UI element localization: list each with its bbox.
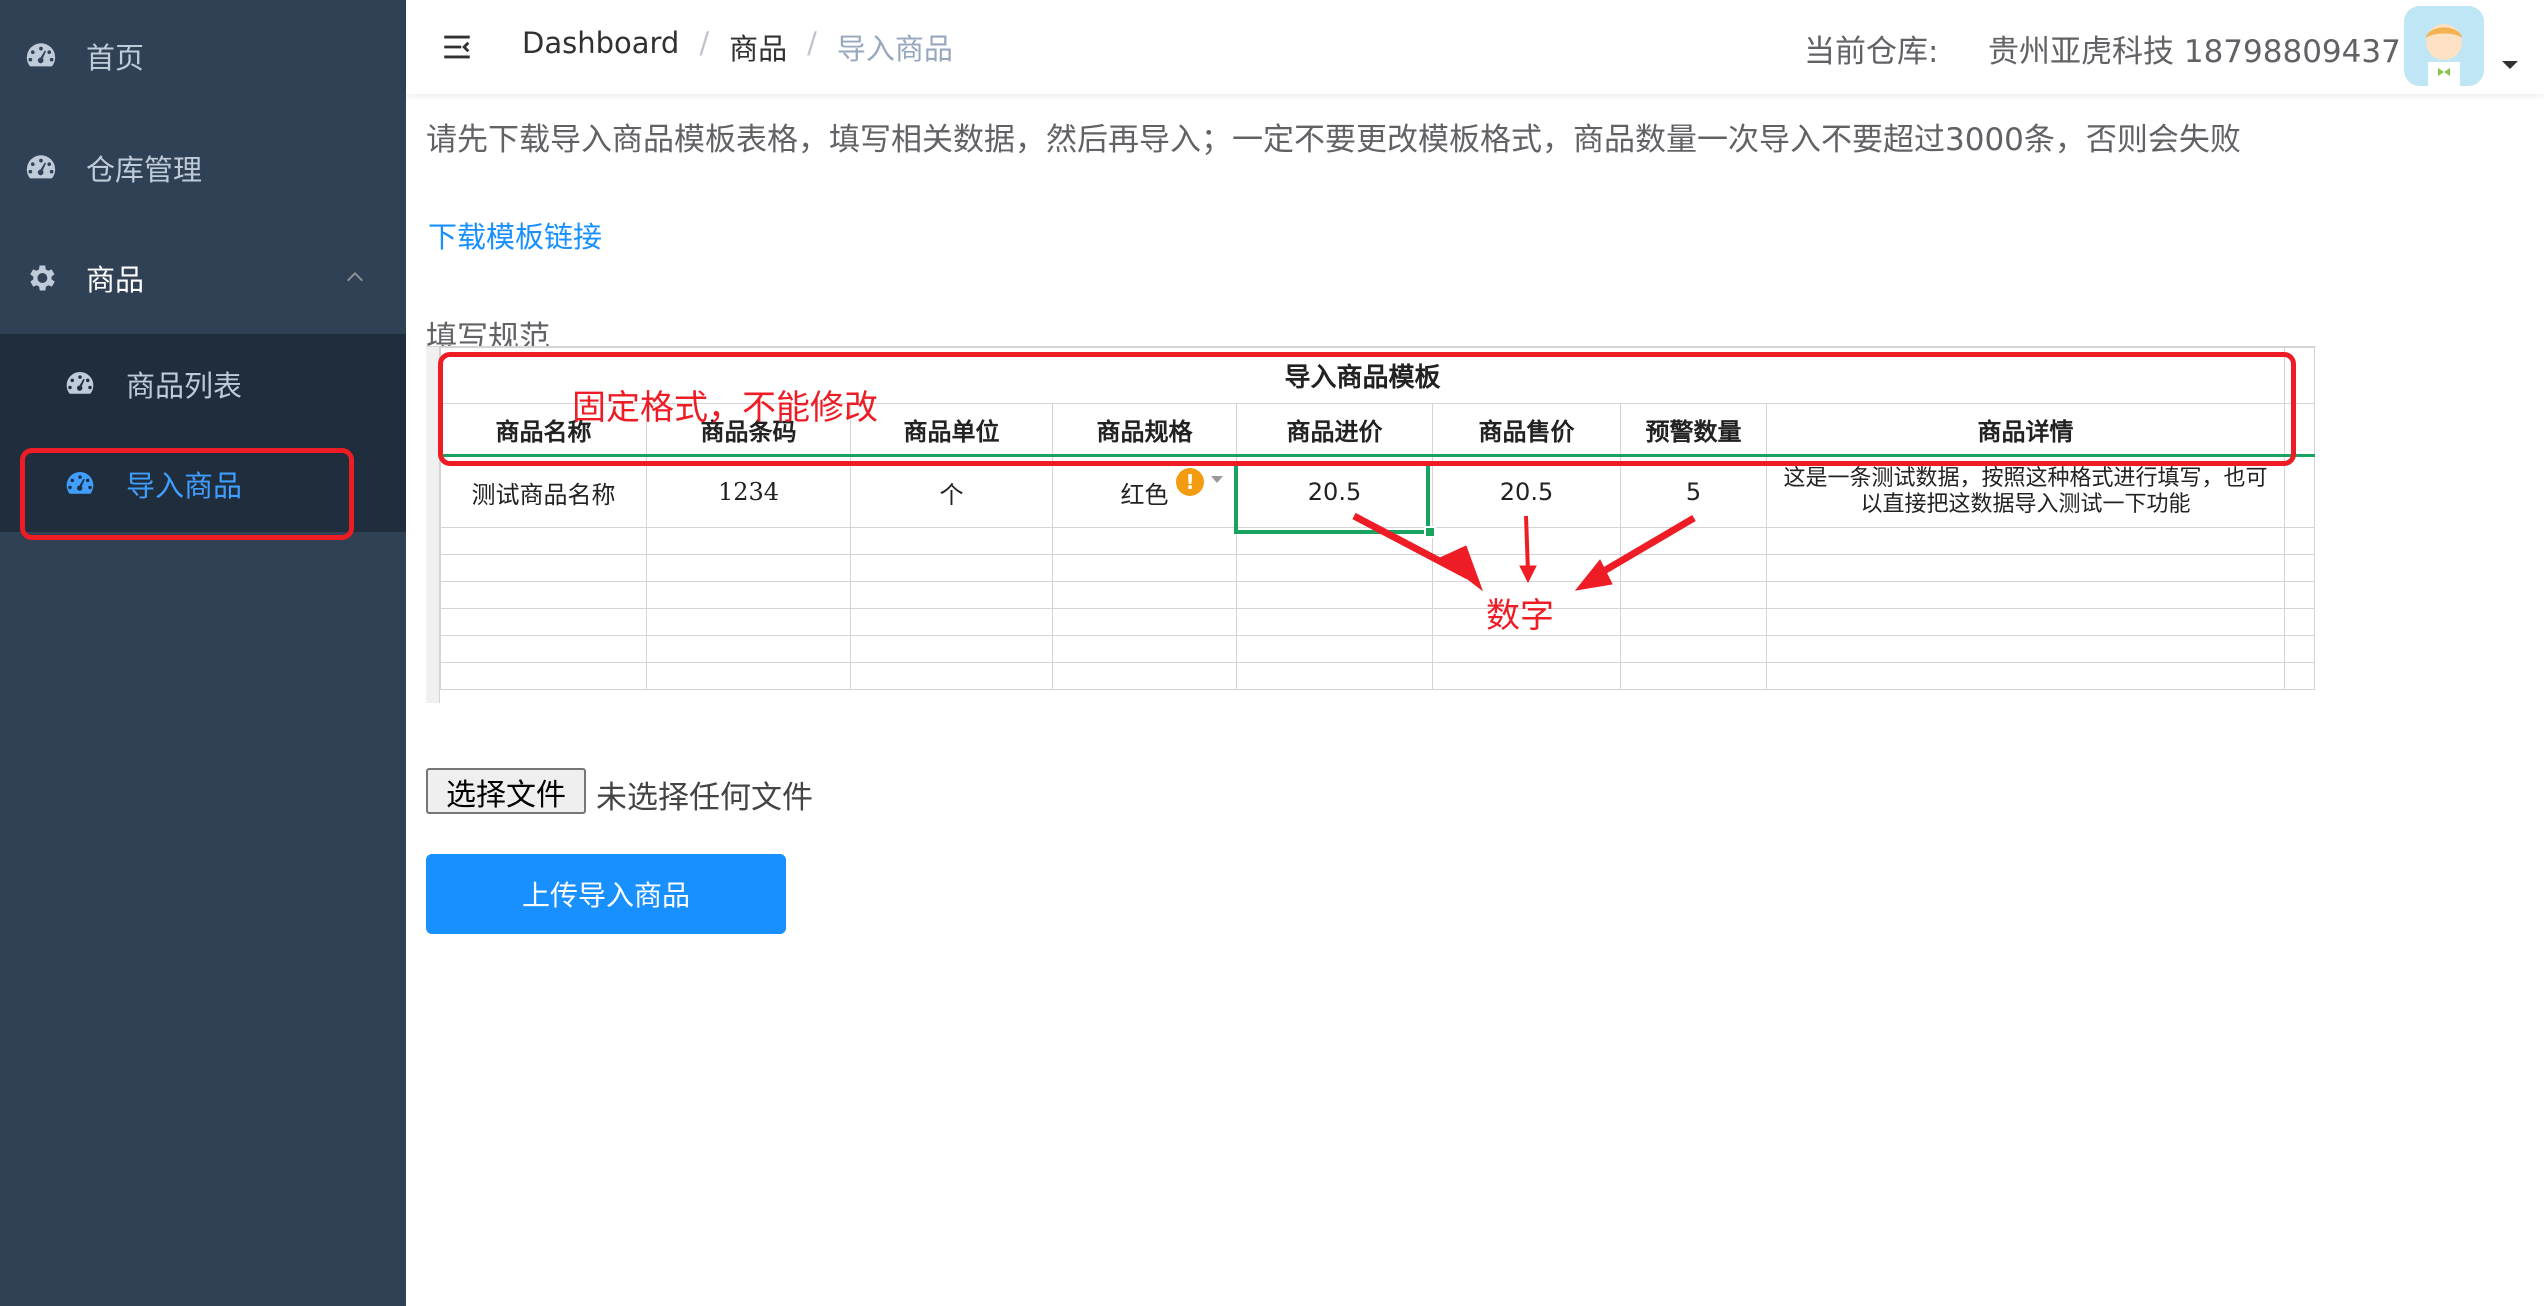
sheet-cell: 5: [1620, 455, 1767, 528]
top-navbar: Dashboard / 商品 / 导入商品 当前仓库: 贵州亚虎科技 18798…: [406, 0, 2544, 94]
fill-handle: [1424, 526, 1436, 538]
warning-icon: !: [1176, 468, 1204, 496]
sheet-cell: 1234: [646, 455, 851, 528]
breadcrumb-item-dashboard[interactable]: Dashboard: [522, 26, 679, 68]
app-root: 首页 仓库管理 商品 商品列表 导入商品 Dashboard / 商品 / 导入…: [0, 0, 2544, 1306]
sidebar-item-label: 商品: [86, 263, 145, 297]
dashboard-icon: [26, 155, 56, 179]
breadcrumb: Dashboard / 商品 / 导入商品: [522, 26, 953, 68]
choose-file-button[interactable]: 选择文件: [426, 768, 586, 814]
sidebar-item-home[interactable]: 首页: [0, 0, 406, 112]
caret-down-icon[interactable]: [2500, 58, 2520, 72]
file-status: 未选择任何文件: [596, 780, 813, 816]
upload-import-button[interactable]: 上传导入商品: [426, 854, 786, 934]
annotation-number: 数字: [1486, 596, 1554, 636]
avatar[interactable]: [2404, 6, 2484, 86]
dashboard-icon: [26, 43, 56, 67]
download-template-link[interactable]: 下载模板链接: [428, 214, 602, 256]
warehouse-value: 贵州亚虎科技 18798809437: [1988, 34, 2401, 70]
sheet-cell: 红色: [1052, 455, 1237, 528]
selected-cell-outline: [1234, 462, 1430, 534]
breadcrumb-separator: /: [807, 26, 817, 60]
hamburger-icon[interactable]: [440, 30, 474, 64]
dropdown-triangle-icon: [1211, 476, 1223, 483]
sheet-cell: 20.5: [1432, 455, 1621, 528]
breadcrumb-item-goods[interactable]: 商品: [729, 26, 787, 68]
sheet-cell: 这是一条测试数据，按照这种格式进行填写，也可以直接把这数据导入测试一下功能: [1766, 455, 2285, 528]
avatar-image: [2404, 6, 2484, 86]
chevron-up-icon: [347, 272, 363, 282]
warehouse-label: 当前仓库:: [1804, 34, 1939, 70]
sidebar: 首页 仓库管理 商品 商品列表 导入商品: [0, 0, 406, 1306]
sidebar-item-goods-list[interactable]: 商品列表: [0, 334, 406, 434]
breadcrumb-item-current: 导入商品: [836, 32, 953, 66]
sheet-cell: 测试商品名称: [440, 455, 647, 528]
sidebar-item-label: 商品列表: [126, 369, 243, 403]
gear-icon: [30, 265, 55, 291]
sidebar-item-label: 首页: [86, 41, 145, 75]
highlight-box-active-menu: [20, 448, 354, 540]
sidebar-item-label: 仓库管理: [86, 153, 203, 187]
import-tip: 请先下载导入商品模板表格，填写相关数据，然后再导入；一定不要更改模板格式，商品数…: [426, 122, 2241, 158]
breadcrumb-separator: /: [699, 26, 710, 60]
sidebar-item-goods[interactable]: 商品: [0, 222, 406, 334]
sidebar-item-warehouse[interactable]: 仓库管理: [0, 112, 406, 224]
sheet-cell: 个: [850, 455, 1053, 528]
sheet-cell: [2284, 455, 2315, 528]
dashboard-icon: [66, 372, 94, 394]
annotation-fixed-format: 固定格式，不能修改: [572, 388, 878, 428]
